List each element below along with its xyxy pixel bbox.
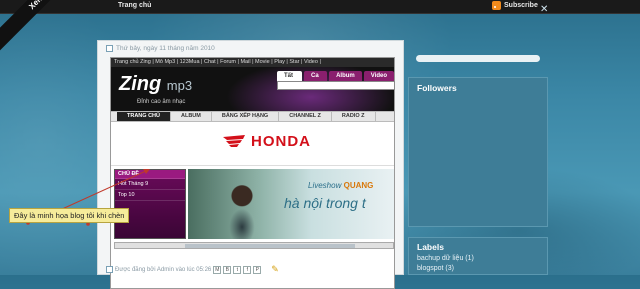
label-link[interactable]: bachup dữ liệu (1) bbox=[417, 254, 539, 264]
zing-logo: Zing mp3 bbox=[119, 73, 192, 96]
post-date-text: Thứ bảy, ngày 11 tháng năm 2010 bbox=[116, 45, 215, 52]
zing-tab-album: Album bbox=[329, 71, 362, 81]
embedded-screenshot: Trang chủ Zing | Mô Mp3 | 123Mua | Chat … bbox=[110, 57, 395, 289]
zing-tab-video: Video bbox=[363, 71, 394, 81]
zing-lower-section: CHỦ ĐỀ Hot Tháng 9 Top 10 Liveshow QUANG… bbox=[111, 166, 394, 256]
subscribe-label: Subscribe bbox=[504, 2, 538, 9]
honda-wing-icon bbox=[223, 135, 245, 147]
zing-menu-radio: RADIO Z bbox=[332, 112, 376, 121]
person-icon bbox=[106, 266, 113, 273]
horizontal-scrollbar[interactable] bbox=[114, 242, 394, 249]
zing-logo-text: Zing bbox=[119, 73, 162, 95]
zing-tab-all: Tất cả bbox=[277, 71, 302, 89]
pinterest-share-button[interactable]: P bbox=[253, 265, 262, 274]
wrench-icon[interactable]: ✕ bbox=[540, 4, 548, 15]
calendar-icon bbox=[106, 45, 113, 52]
scrollbar-thumb[interactable] bbox=[185, 244, 355, 248]
label-link[interactable]: blogspot (3) bbox=[417, 264, 539, 274]
zing-side-menu-item: Hot Tháng 9 bbox=[115, 179, 185, 190]
zing-menu-channel: CHANNEL Z bbox=[279, 112, 332, 121]
labels-list: bachup dữ liệu (1) blogspot (3) bbox=[409, 254, 547, 274]
sidebar-search-bar[interactable] bbox=[416, 55, 540, 62]
banner-line1: Liveshow QUANG bbox=[308, 181, 373, 190]
banner-line1-name: QUANG bbox=[343, 181, 374, 190]
labels-widget: Labels bachup dữ liệu (1) blogspot (3) bbox=[408, 237, 548, 275]
email-share-button[interactable]: M bbox=[213, 265, 222, 274]
edit-pencil-icon[interactable]: ✎ bbox=[271, 264, 279, 275]
zing-slogan: Đỉnh cao âm nhạc bbox=[137, 99, 186, 105]
zing-side-menu-header: CHỦ ĐỀ bbox=[115, 170, 185, 179]
home-link[interactable]: Trang chủ bbox=[118, 2, 151, 9]
zing-top-nav: Trang chủ Zing | Mô Mp3 | 123Mua | Chat … bbox=[111, 58, 394, 67]
zing-menu-home: TRANG CHỦ bbox=[117, 112, 171, 121]
followers-title: Followers bbox=[417, 83, 457, 93]
post-footer: Được đăng bởi Admin vào lúc 05:26 M B t … bbox=[106, 264, 279, 275]
banner-person-image bbox=[224, 179, 260, 239]
zing-side-menu-item: Top 10 bbox=[115, 190, 185, 201]
zing-search-box bbox=[277, 81, 395, 90]
zing-menu: TRANG CHỦ ALBUM BẢNG XẾP HẠNG CHANNEL Z … bbox=[111, 111, 394, 122]
facebook-share-button[interactable]: f bbox=[243, 265, 252, 274]
rss-icon bbox=[492, 1, 501, 10]
banner-line1-text: Liveshow bbox=[308, 181, 342, 190]
twitter-share-button[interactable]: t bbox=[233, 265, 242, 274]
post-date: Thứ bảy, ngày 11 tháng năm 2010 bbox=[106, 45, 215, 52]
subscribe-link[interactable]: Subscribe bbox=[492, 1, 538, 10]
banner-line2: hà nội trong t bbox=[284, 195, 366, 211]
zing-search-tabs: Tất cả Ca sĩ Album Video bbox=[277, 71, 394, 89]
blog-share-button[interactable]: B bbox=[223, 265, 232, 274]
zing-side-menu: CHỦ ĐỀ Hot Tháng 9 Top 10 bbox=[114, 169, 186, 239]
zing-logo-suffix: mp3 bbox=[166, 78, 193, 93]
labels-title: Labels bbox=[417, 242, 444, 252]
honda-ad: HONDA bbox=[111, 122, 394, 166]
zing-tab-artist: Ca sĩ bbox=[304, 71, 328, 89]
zing-menu-charts: BẢNG XẾP HẠNG bbox=[212, 112, 280, 121]
annotation-callout: Đây là minh họa blog tôi khi chèn bbox=[9, 208, 130, 223]
zing-banner: Liveshow QUANG hà nội trong t bbox=[188, 169, 394, 239]
zing-header: Zing mp3 Đỉnh cao âm nhạc Tất cả Ca sĩ A… bbox=[111, 67, 395, 111]
honda-ad-text: HONDA bbox=[251, 133, 311, 150]
post-footer-text: Được đăng bởi Admin vào lúc 05:26 bbox=[115, 266, 212, 273]
blog-post: Thứ bảy, ngày 11 tháng năm 2010 Trang ch… bbox=[97, 40, 404, 289]
followers-widget: Followers bbox=[408, 77, 548, 227]
zing-menu-album: ALBUM bbox=[171, 112, 212, 121]
